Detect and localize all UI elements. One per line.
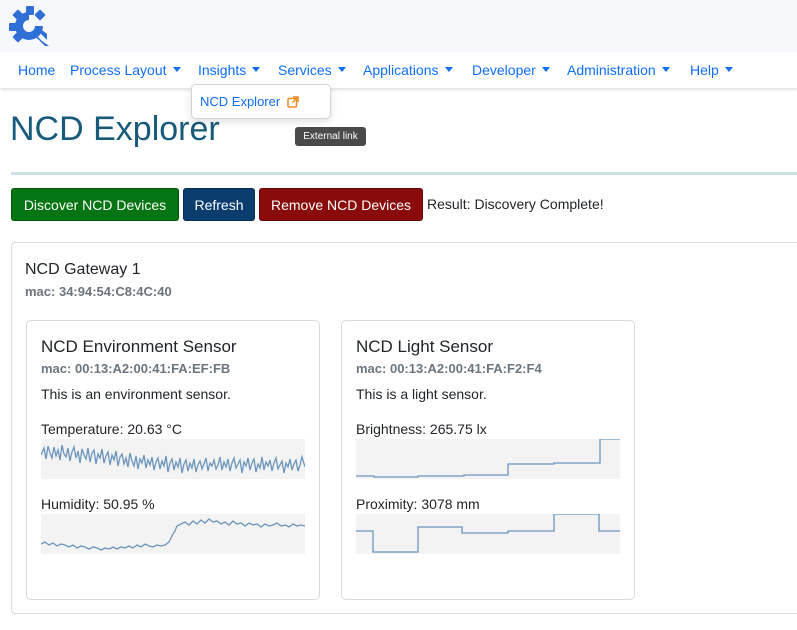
external-link-icon [287,96,299,108]
caret-down-icon [661,67,670,72]
caret-down-icon [444,67,453,72]
nav-home[interactable]: Home [18,62,55,78]
nav-help-label: Help [690,62,719,78]
temperature-sparkline [41,439,305,479]
sensor-mac: mac: 00:13:A2:00:41:FA:EF:FB [41,361,231,376]
nav-help[interactable]: Help [690,62,733,78]
brightness-sparkline [356,439,620,479]
gateway-mac: mac: 34:94:54:C8:4C:40 [25,284,172,299]
caret-down-icon [724,67,733,72]
sensor-description: This is an environment sensor. [41,386,231,402]
sensor-description: This is a light sensor. [356,386,487,402]
remove-devices-button[interactable]: Remove NCD Devices [259,188,423,221]
caret-down-icon [541,67,550,72]
external-link-tooltip: External link [295,127,366,146]
nav-home-label: Home [18,62,56,78]
caret-down-icon [172,67,181,72]
top-bar [0,0,797,52]
nav-process-layout-label: Process Layout [70,62,167,78]
gateway-name: NCD Gateway 1 [25,261,141,278]
nav-insights-label: Insights [198,62,247,78]
nav-administration-label: Administration [567,62,656,78]
nav-administration[interactable]: Administration [567,62,670,78]
page-title: NCD Explorer [10,110,220,148]
nav-process-layout[interactable]: Process Layout [70,62,181,78]
nav-applications[interactable]: Applications [363,62,453,78]
caret-down-icon [252,67,261,72]
sensor-mac: mac: 00:13:A2:00:41:FA:F2:F4 [356,361,542,376]
humidity-sparkline [41,514,305,554]
sensor-name: NCD Light Sensor [356,337,494,356]
gear-logo-icon[interactable] [9,6,49,46]
dropdown-item-ncd-explorer[interactable]: NCD Explorer [200,94,299,109]
nav-developer[interactable]: Developer [472,62,550,78]
nav-services-label: Services [278,62,332,78]
nav-applications-label: Applications [363,62,439,78]
proximity-reading: Proximity: 3078 mm [356,496,480,512]
proximity-sparkline [356,514,620,554]
refresh-button[interactable]: Refresh [183,188,255,221]
discover-devices-button[interactable]: Discover NCD Devices [11,188,179,221]
brightness-reading: Brightness: 265.75 lx [356,421,487,437]
humidity-reading: Humidity: 50.95 % [41,496,155,512]
caret-down-icon [337,67,346,72]
dropdown-item-label: NCD Explorer [200,94,281,109]
nav-insights[interactable]: Insights [198,62,261,78]
nav-developer-label: Developer [472,62,536,78]
nav-services[interactable]: Services [278,62,346,78]
title-divider [11,172,797,175]
temperature-reading: Temperature: 20.63 °C [41,421,183,437]
sensor-name: NCD Environment Sensor [41,337,237,356]
insights-dropdown-menu: NCD Explorer [191,84,331,119]
result-status-text: Result: Discovery Complete! [427,196,604,212]
main-navbar: Home Process Layout Insights Services Ap… [0,52,797,88]
